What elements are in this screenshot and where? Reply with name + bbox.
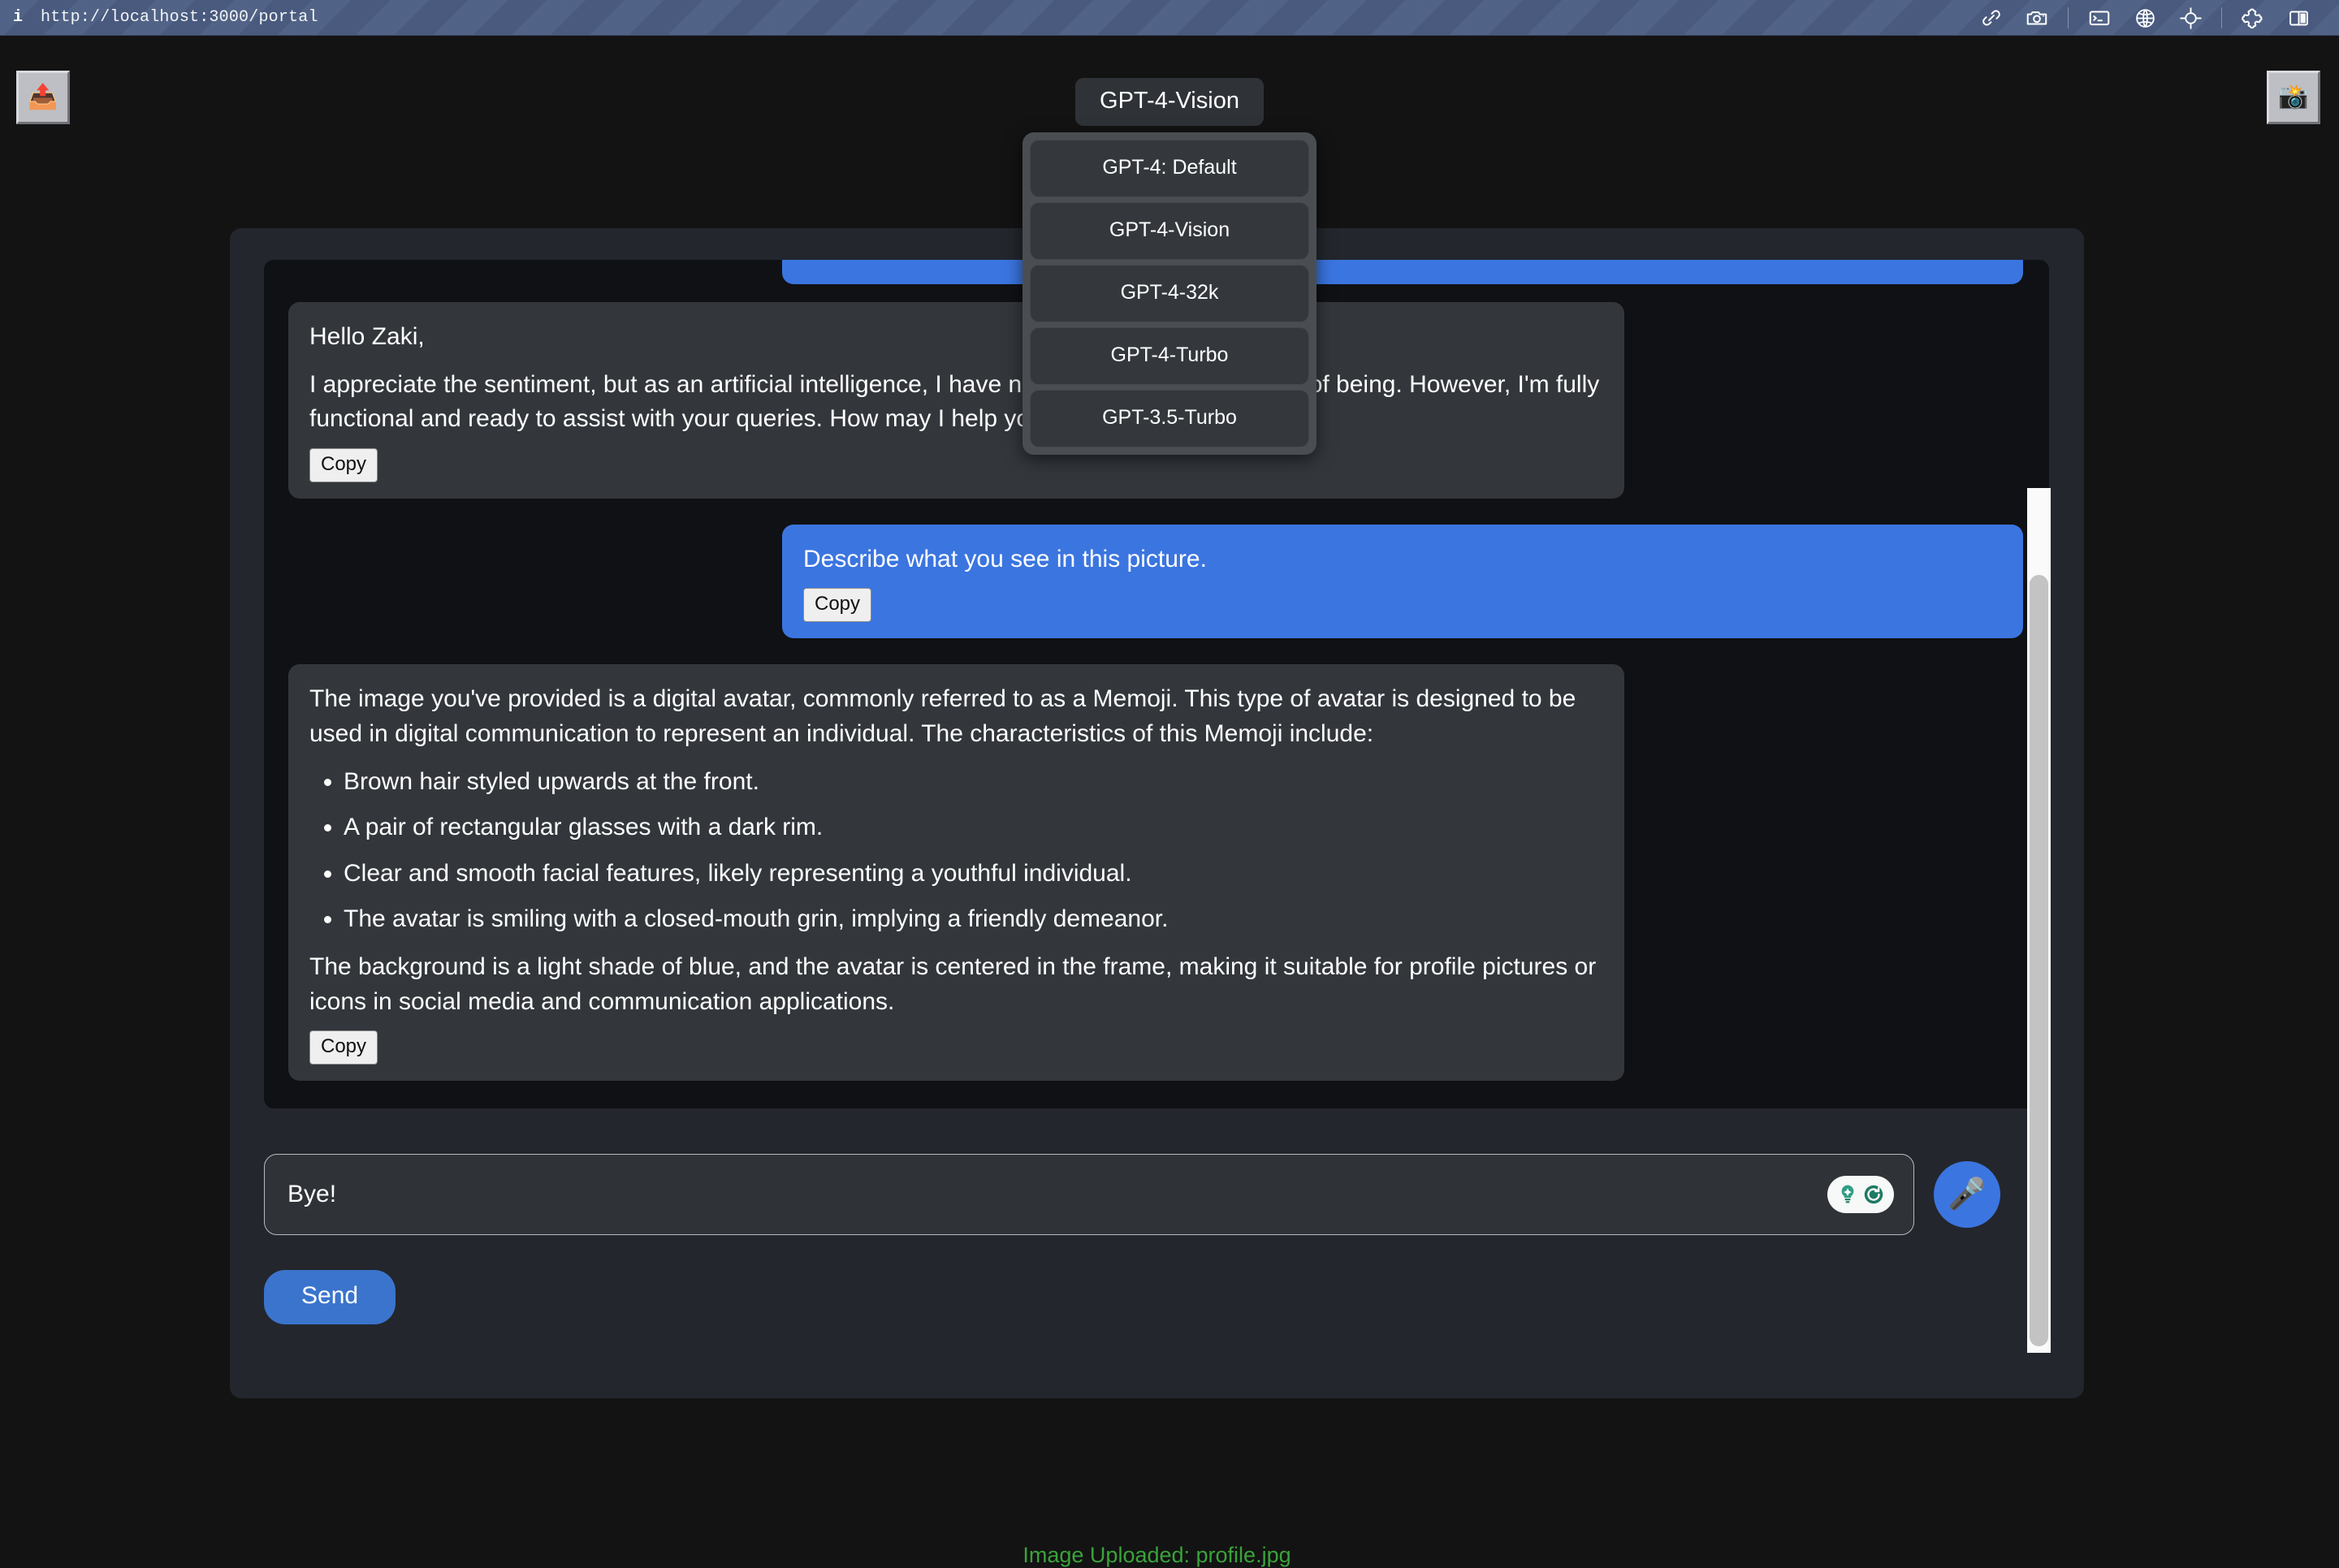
puzzle-piece-icon[interactable] [2230,0,2276,36]
terminal-icon[interactable] [2077,0,2122,36]
refresh-icon [1861,1182,1886,1207]
model-option-gpt4-32k[interactable]: GPT-4-32k [1030,265,1309,322]
microphone-icon: 🎤 [1948,1179,1986,1210]
send-button[interactable]: Send [264,1270,396,1324]
toolbar-divider-1 [2068,7,2069,28]
model-option-gpt4-vision[interactable]: GPT-4-Vision [1030,202,1309,260]
model-option-gpt4-default[interactable]: GPT-4: Default [1030,140,1309,197]
lightbulb-icon [1835,1182,1860,1207]
grammarly-widget[interactable] [1827,1176,1894,1213]
browser-titlebar: i http://localhost:3000/portal [0,0,2339,36]
model-option-gpt35-turbo[interactable]: GPT-3.5-Turbo [1030,390,1309,447]
composer: Bye! 🎤 [264,1154,2049,1235]
toolbar-divider-2 [2221,7,2222,28]
assistant-bullet-list: Brown hair styled upwards at the front. … [344,765,1603,937]
copy-button[interactable]: Copy [309,1030,378,1065]
model-option-gpt4-turbo[interactable]: GPT-4-Turbo [1030,327,1309,385]
list-item: The avatar is smiling with a closed-mout… [344,902,1603,937]
copy-button[interactable]: Copy [803,588,871,622]
model-selector-menu: GPT-4: Default GPT-4-Vision GPT-4-32k GP… [1023,132,1316,455]
model-selector-button[interactable]: GPT-4-Vision [1075,78,1264,126]
link-icon[interactable] [1969,0,2014,36]
split-panel-icon[interactable] [2276,0,2321,36]
message-user-describe: Describe what you see in this picture. C… [782,525,2023,639]
message-assistant-description: The image you've provided is a digital a… [288,664,1624,1081]
list-item: A pair of rectangular glasses with a dar… [344,810,1603,845]
crosshair-icon[interactable] [2168,0,2213,36]
upload-status-text: Image Uploaded: profile.jpg [230,1543,2084,1568]
list-item: Brown hair styled upwards at the front. [344,765,1603,800]
info-icon: i [0,0,36,36]
user-message-text: Describe what you see in this picture. [803,542,2002,577]
assistant-intro-text: The image you've provided is a digital a… [309,682,1603,751]
message-input-value: Bye! [288,1181,336,1208]
message-input[interactable]: Bye! [264,1154,1914,1235]
model-selector: GPT-4-Vision GPT-4: Default GPT-4-Vision… [0,78,2339,455]
list-item: Clear and smooth facial features, likely… [344,857,1603,892]
microphone-button[interactable]: 🎤 [1934,1161,2000,1228]
globe-icon[interactable] [2122,0,2168,36]
assistant-outro-text: The background is a light shade of blue,… [309,950,1603,1019]
titlebar-toolbar [1969,0,2321,36]
url-text[interactable]: http://localhost:3000/portal [41,8,318,27]
camera-icon[interactable] [2014,0,2060,36]
